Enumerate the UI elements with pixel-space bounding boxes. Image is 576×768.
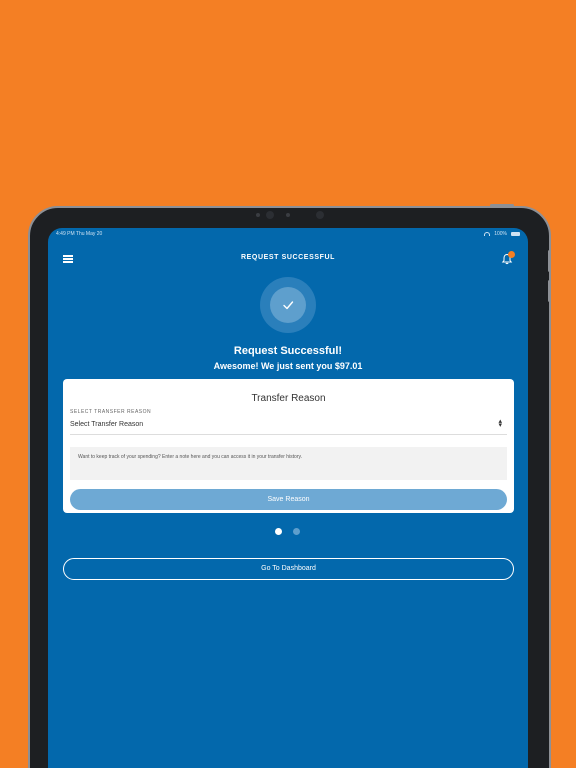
camera-icon <box>266 211 274 219</box>
status-time: 4:49 PM Thu May 20 <box>56 231 103 237</box>
page-dot[interactable] <box>293 528 300 535</box>
select-label: SELECT TRANSFER REASON <box>70 409 152 415</box>
status-indicators: 100% <box>484 231 520 237</box>
volume-button <box>548 250 551 272</box>
checkmark-icon <box>283 301 294 310</box>
camera-icon <box>316 211 324 219</box>
app-screen: 4:49 PM Thu May 20 100% REQUEST SUCCESSF… <box>48 228 528 768</box>
battery-icon <box>511 232 520 236</box>
select-arrows-icon: ▴ ▾ <box>498 418 502 429</box>
select-value: Select Transfer Reason <box>70 421 144 428</box>
note-field[interactable]: Want to keep track of your spending? Ent… <box>70 447 507 480</box>
sensor-icon <box>256 213 260 217</box>
transfer-reason-card: Transfer Reason SELECT TRANSFER REASON S… <box>63 379 514 513</box>
success-headline: Request Successful! <box>233 345 343 357</box>
card-title: Transfer Reason <box>251 393 326 404</box>
notification-badge <box>508 251 515 258</box>
battery-percent: 100% <box>494 231 507 237</box>
page-indicator <box>275 528 303 536</box>
camera-bar <box>252 209 324 221</box>
power-button <box>490 204 514 207</box>
success-circle <box>270 287 306 323</box>
go-to-dashboard-button[interactable]: Go To Dashboard <box>63 558 514 580</box>
volume-button <box>548 280 551 302</box>
sensor-icon <box>286 213 290 217</box>
save-reason-button[interactable]: Save Reason <box>70 489 507 510</box>
wifi-icon <box>484 232 491 236</box>
success-message: Awesome! We just sent you $97.01 <box>213 361 363 371</box>
page-title: REQUEST SUCCESSFUL <box>240 254 336 261</box>
transfer-reason-select[interactable]: Select Transfer Reason ▴ ▾ <box>70 418 507 435</box>
status-bar: 4:49 PM Thu May 20 100% <box>48 228 528 240</box>
page-dot-active[interactable] <box>275 528 282 535</box>
